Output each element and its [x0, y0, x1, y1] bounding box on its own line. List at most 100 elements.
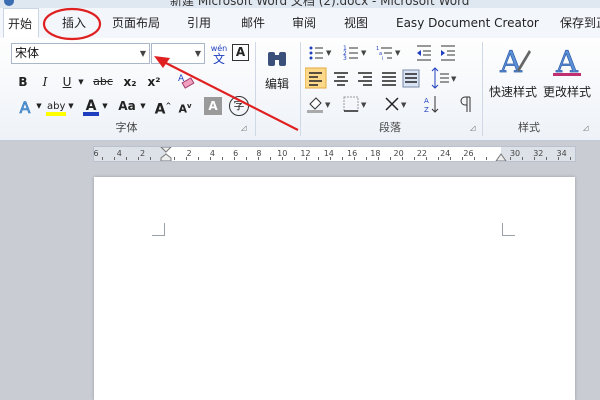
chevron-down-icon[interactable]: ▼ [195, 44, 201, 63]
ruler-number: 16 [346, 149, 358, 158]
tab-save-to[interactable]: 保存到正 [556, 8, 600, 38]
chevron-down-icon[interactable]: ▼ [68, 96, 74, 116]
chevron-down-icon[interactable]: ▼ [140, 96, 146, 116]
ruler-number: 30 [509, 149, 521, 158]
character-border-button[interactable]: A [232, 44, 249, 61]
text-effects-button[interactable]: A [14, 96, 36, 118]
word-app-icon[interactable] [4, 0, 14, 6]
ruler-number: 6 [93, 149, 99, 158]
tab-view[interactable]: 视图 [340, 8, 374, 38]
svg-text:A: A [499, 45, 522, 80]
chevron-down-icon[interactable]: ▼ [78, 72, 84, 92]
ruler-tick [222, 157, 223, 160]
right-indent-marker-icon[interactable] [495, 151, 507, 161]
ruler-tick [366, 157, 367, 160]
increase-indent-icon[interactable] [441, 45, 455, 61]
multilevel-list-icon[interactable]: 1ai ▼ [376, 46, 401, 62]
chinese-layout-icon[interactable]: ▼ [385, 97, 407, 111]
font-size-combobox[interactable]: ▼ [151, 43, 205, 64]
font-color-button[interactable]: A [80, 96, 102, 118]
ruler-tick [426, 157, 427, 160]
align-center-icon[interactable] [334, 72, 348, 86]
tab-insert[interactable]: 插入 [58, 8, 94, 38]
ruler-tick [330, 157, 331, 160]
grow-font-button[interactable]: A^ [154, 96, 172, 118]
font-name-value: 宋体 [15, 46, 40, 60]
line-spacing-icon[interactable]: ▼ [431, 67, 457, 89]
ruler-tick [114, 157, 115, 160]
eraser-icon: A [178, 74, 195, 89]
superscript-button[interactable]: x² [144, 72, 164, 92]
tab-references[interactable]: 引用 [183, 8, 217, 38]
distributed-icon[interactable] [402, 69, 420, 88]
shrink-font-button[interactable]: Av [176, 96, 194, 116]
sort-icon[interactable]: AZ [424, 96, 439, 114]
ruler-tick [138, 157, 139, 160]
paragraph-dialog-launcher-icon[interactable]: ◿ [470, 124, 478, 132]
font-dialog-launcher-icon[interactable]: ◿ [241, 124, 249, 132]
highlighter-icon: aby [46, 101, 66, 116]
svg-text:▼: ▼ [395, 49, 401, 57]
ruler-tick [258, 157, 259, 160]
editing-button[interactable]: 编辑 [262, 46, 292, 92]
italic-button[interactable]: I [36, 72, 54, 92]
phonetic-guide-button[interactable]: wén 文 [208, 42, 230, 66]
font-name-combobox[interactable]: 宋体 ▼ [11, 43, 150, 64]
bold-button[interactable]: B [14, 72, 32, 92]
ruler-tick [198, 157, 199, 160]
ruler-tick [546, 157, 547, 160]
shading-icon[interactable]: ▼ [307, 97, 331, 113]
ruler-tick [126, 157, 127, 160]
chevron-down-icon[interactable]: ▼ [36, 96, 42, 116]
text-effects-icon: A [19, 98, 31, 118]
font-color-icon: A [83, 98, 99, 116]
paragraph-group-label: 段落 [379, 121, 401, 134]
quick-styles-label: 快速样式 [488, 85, 537, 99]
svg-text:▼: ▼ [326, 49, 332, 57]
ruler-tick [438, 157, 439, 160]
ruler-number: 24 [440, 149, 451, 158]
tab-easy-document-creator[interactable]: Easy Document Creator [392, 8, 542, 38]
styles-dialog-launcher-icon[interactable]: ◿ [583, 124, 591, 132]
document-page[interactable] [94, 177, 575, 400]
justify-icon[interactable] [382, 72, 396, 86]
show-hide-marks-icon[interactable] [460, 96, 471, 112]
tab-review[interactable]: 审阅 [288, 8, 322, 38]
change-styles-label: 更改样式 [542, 85, 591, 99]
indent-marker-icon[interactable] [160, 147, 172, 161]
align-right-icon[interactable] [358, 72, 372, 86]
character-shading-button[interactable]: A [204, 97, 222, 115]
change-styles-button[interactable]: A 更改样式 [540, 42, 594, 100]
horizontal-ruler[interactable]: 6 4 2 2 4 6 8 10 12 14 16 18 20 22 24 26 30 32 34 [93, 146, 576, 162]
ruler-tick [558, 157, 559, 160]
strikethrough-button[interactable]: abc [90, 72, 116, 92]
svg-text:Z: Z [424, 106, 429, 114]
tab-home[interactable]: 开始 [3, 8, 39, 38]
font-group-label: 字体 [115, 121, 138, 134]
chevron-down-icon[interactable]: ▼ [102, 96, 108, 116]
ruler-tick [150, 157, 151, 160]
ruler-tick [462, 157, 463, 160]
underline-button[interactable]: U [58, 72, 76, 92]
ruler-tick [486, 157, 487, 160]
ruler-tick [186, 157, 187, 160]
change-case-button[interactable]: Aa [114, 96, 140, 116]
bullets-icon[interactable]: ▼ [309, 46, 333, 60]
highlight-color-button[interactable]: aby [44, 96, 68, 118]
ruler-tick [210, 157, 211, 160]
clear-formatting-button[interactable]: A [174, 69, 196, 91]
numbering-icon[interactable]: 123 ▼ [343, 45, 367, 62]
ruler-tick [474, 157, 475, 160]
chevron-down-icon[interactable]: ▼ [140, 44, 146, 63]
quick-styles-button[interactable]: A 快速样式 [486, 42, 540, 100]
highlight-text: aby [47, 101, 65, 112]
tab-mailings[interactable]: 邮件 [237, 8, 271, 38]
ruler-tick [450, 157, 451, 160]
enclose-characters-button[interactable]: 字 [229, 96, 249, 116]
tab-page-layout[interactable]: 页面布局 [108, 8, 168, 38]
borders-icon[interactable]: ▼ [343, 96, 367, 112]
subscript-button[interactable]: x₂ [120, 72, 140, 92]
ruler-number: 2 [186, 149, 192, 158]
decrease-indent-icon[interactable] [417, 45, 431, 61]
svg-text:▼: ▼ [361, 49, 367, 57]
